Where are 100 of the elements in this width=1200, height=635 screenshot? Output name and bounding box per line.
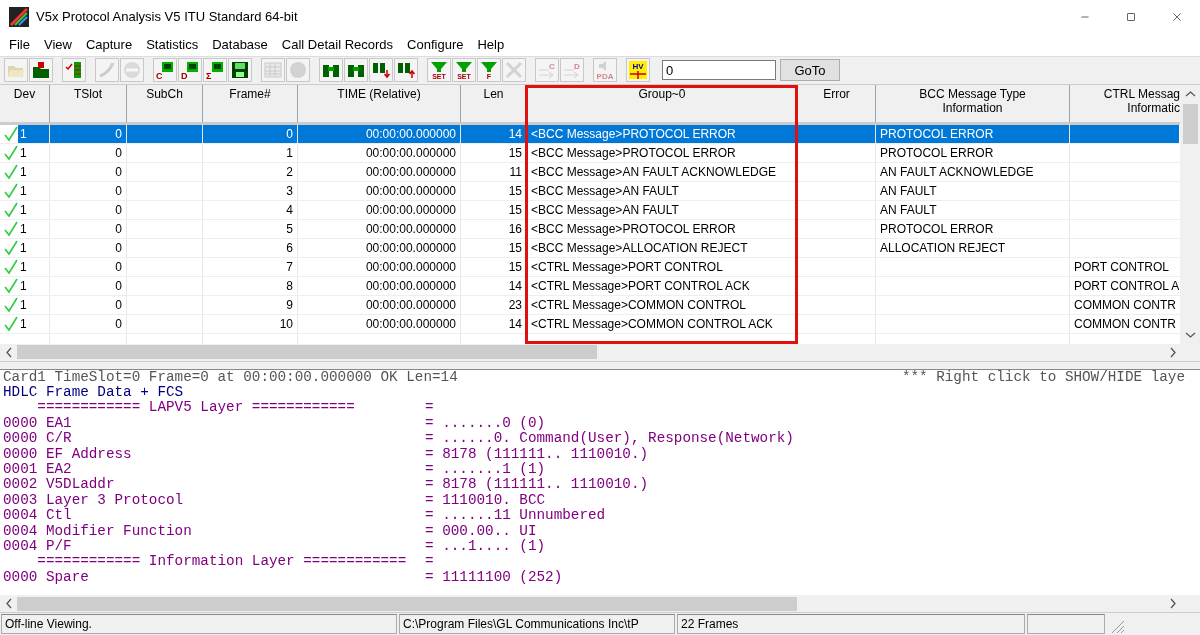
table-cell-text: <BCC Message>AN FAULT (530, 201, 680, 219)
binoculars-button[interactable] (344, 58, 368, 83)
table-cell-text: AN FAULT (879, 182, 938, 200)
check-icon (4, 201, 18, 218)
binoculars-up-arrow-button[interactable] (394, 58, 418, 83)
folder-button[interactable] (29, 58, 53, 83)
column-header[interactable]: SubCh (127, 84, 203, 122)
table-cell-text: <CTRL Message>PORT CONTROL (530, 258, 724, 276)
check-icon (4, 296, 18, 313)
field-value: = 8178 (111111.. 1110010.) (425, 446, 649, 462)
menu-item[interactable]: Help (470, 36, 512, 52)
field-value: = .......1 (1) (425, 462, 546, 478)
table-cell-text: 00:00:00.000000 (364, 144, 457, 162)
table-cell-text: 2 (285, 163, 294, 181)
column-header[interactable]: Len (461, 84, 527, 122)
binoculars-down-arrow-button[interactable] (369, 58, 393, 83)
column-header[interactable]: TIME (Relative) (298, 84, 461, 122)
table-cell-text: 1 (19, 220, 28, 238)
column-header[interactable]: CTRL Messag Informatic (1070, 84, 1180, 122)
table-cell-text: 1 (19, 201, 28, 219)
field-value: = ...1.... (1) (425, 539, 546, 555)
table-cell-text: 0 (114, 277, 123, 295)
menu-item[interactable]: Statistics (139, 36, 206, 52)
card-button[interactable]: D (178, 58, 202, 83)
card-button[interactable]: C (153, 58, 177, 83)
table-cell-text: <BCC Message>PROTOCOL ERROR (530, 144, 737, 162)
table-cell-text: 00:00:00.000000 (364, 239, 457, 257)
column-header[interactable]: BCC Message Type Information (876, 84, 1070, 122)
table-cell-text: 0 (114, 315, 123, 333)
binoculars-up-arrow-icon (396, 60, 416, 81)
field-value: = ......0. Command(User), Response(Network) (425, 431, 794, 447)
table-cell-text: 00:00:00.000000 (364, 277, 457, 295)
table-cell-text: 00:00:00.000000 (364, 258, 457, 276)
column-header[interactable]: Dev (0, 84, 50, 122)
frame-number-field[interactable]: 0 (662, 60, 776, 81)
section-heading: HDLC Frame Data + FCS (3, 385, 185, 401)
table-cell-text: 1 (19, 315, 28, 333)
menu-item[interactable]: Capture (78, 36, 140, 52)
table-cell-text: 10 (278, 315, 294, 333)
menu-item[interactable]: Call Detail Records (274, 36, 401, 52)
table-cell-text: 00:00:00.000000 (364, 182, 457, 200)
close-icon[interactable] (1171, 10, 1183, 23)
binoculars-button[interactable] (319, 58, 343, 83)
column-header[interactable]: Frame# (203, 84, 298, 122)
column-header[interactable]: Error (798, 84, 876, 122)
table-cell-text: 7 (285, 258, 294, 276)
goto-button[interactable]: GoTo (780, 59, 840, 82)
checklist-button[interactable] (62, 58, 86, 83)
app-logo-icon (8, 6, 30, 27)
field-value: = .......0 (0) (425, 415, 546, 431)
table-cell-text: 3 (285, 182, 294, 200)
table-cell-text: 0 (114, 163, 123, 181)
table-cell-text: 1 (19, 144, 28, 162)
check-icon (4, 258, 18, 275)
table-cell-text: 14 (507, 315, 523, 333)
column-header[interactable]: Group~0 (527, 84, 798, 122)
scrollbar-thumb[interactable] (1182, 103, 1198, 144)
table-cell-text: 6 (285, 239, 294, 257)
table-cell-text: 0 (114, 258, 123, 276)
field-value: = 000.00.. UI (425, 523, 537, 539)
table-cell-text: 0 (114, 220, 123, 238)
scrollbar-thumb[interactable] (17, 596, 797, 611)
table-cell-text: ALLOCATION REJECT (879, 239, 1007, 257)
card-button[interactable]: Σ (203, 58, 227, 83)
table-cell-text: AN FAULT (879, 201, 938, 219)
table-cell-text: 14 (507, 277, 523, 295)
table-cell-text: 15 (507, 144, 523, 162)
table-cell-text: 1 (19, 182, 28, 200)
table-cell-text: 0 (114, 201, 123, 219)
check-icon (4, 220, 18, 237)
field-name: 0000 EA1 (3, 415, 73, 431)
binoculars-down-arrow-icon (371, 60, 391, 81)
maximize-icon[interactable] (1125, 10, 1137, 23)
column-header[interactable]: TSlot (50, 84, 127, 122)
frame-summary: Card1 TimeSlot=0 Frame=0 at 00:00:00.000000 OK Len=14 (3, 369, 458, 385)
check-icon (4, 182, 18, 199)
stop-icon (122, 60, 142, 81)
table-cell-text: 11 (508, 163, 523, 181)
window-title: V5x Protocol Analysis V5 ITU Standard 64-bit (36, 9, 299, 24)
table-cell-text: PORT CONTROL (1073, 258, 1170, 276)
folder-icon (31, 60, 51, 81)
menu-item[interactable]: View (36, 36, 79, 52)
save-button[interactable] (228, 58, 252, 83)
table-cell-text: 15 (507, 201, 523, 219)
scrollbar-thumb[interactable] (17, 345, 597, 360)
table-cell-text: 1 (285, 144, 294, 162)
menu-item[interactable]: Configure (400, 36, 471, 52)
field-name: 0000 C/R (3, 431, 72, 447)
grid-icon (263, 60, 283, 81)
menu-item[interactable]: Database (205, 36, 275, 52)
check-icon (4, 315, 18, 332)
table-cell-text: <BCC Message>PROTOCOL ERROR (530, 220, 737, 238)
field-name: 0004 Ctl (3, 508, 73, 524)
table-cell-text: 1 (19, 163, 28, 181)
table-cell-text: 1 (19, 296, 28, 314)
axes-button[interactable]: HV (626, 58, 650, 83)
table-cell-text: 16 (507, 220, 523, 238)
table-cell-text: PORT CONTROL A (1073, 277, 1179, 295)
menu-item[interactable]: File (2, 36, 37, 52)
check-icon (4, 277, 18, 294)
